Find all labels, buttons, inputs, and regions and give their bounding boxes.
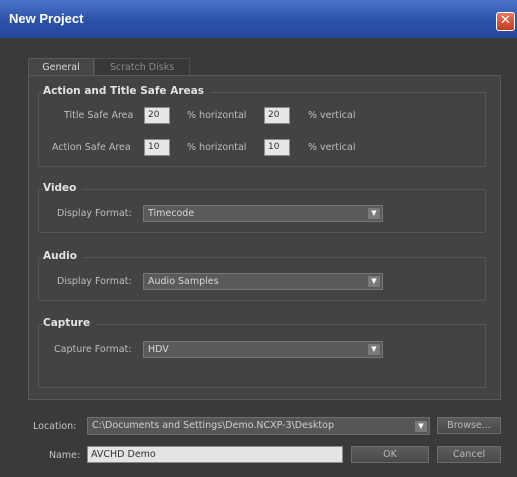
close-icon: ✕ <box>500 13 511 28</box>
action-vertical-suffix: % vertical <box>308 142 356 153</box>
name-field[interactable]: AVCHD Demo <box>87 446 343 463</box>
video-display-format-value: Timecode <box>148 208 195 219</box>
title-horizontal-suffix: % horizontal <box>187 110 247 121</box>
title-safe-area-label: Title Safe Area <box>64 110 134 121</box>
safe-areas-heading: Action and Title Safe Areas <box>43 85 210 97</box>
chevron-down-icon: ▼ <box>368 276 380 287</box>
tab-scratch-disks[interactable]: Scratch Disks <box>94 58 190 75</box>
chevron-down-icon: ▼ <box>368 208 380 219</box>
audio-display-format-value: Audio Samples <box>148 276 219 287</box>
tab-general[interactable]: General <box>28 58 94 75</box>
location-label: Location: <box>33 421 77 432</box>
ok-button[interactable]: OK <box>351 446 429 463</box>
browse-button[interactable]: Browse... <box>437 417 501 434</box>
name-label: Name: <box>49 450 81 461</box>
audio-display-format-select[interactable]: Audio Samples ▼ <box>143 273 383 290</box>
video-heading: Video <box>43 182 83 194</box>
title-safe-horizontal-field[interactable]: 20 <box>144 107 170 124</box>
title-bar: New Project ✕ <box>0 0 517 39</box>
title-safe-vertical-field[interactable]: 20 <box>264 107 290 124</box>
video-display-format-label: Display Format: <box>57 208 132 219</box>
audio-display-format-label: Display Format: <box>57 276 132 287</box>
location-select[interactable]: C:\Documents and Settings\Demo.NCXP-3\De… <box>87 417 430 435</box>
safe-areas-group <box>38 92 486 167</box>
chevron-down-icon: ▼ <box>415 421 427 432</box>
video-display-format-select[interactable]: Timecode ▼ <box>143 205 383 222</box>
capture-heading: Capture <box>43 317 97 329</box>
action-safe-horizontal-field[interactable]: 10 <box>144 139 170 156</box>
window-title: New Project <box>9 11 84 26</box>
capture-format-value: HDV <box>148 344 169 355</box>
audio-heading: Audio <box>43 250 83 262</box>
action-safe-vertical-field[interactable]: 10 <box>264 139 290 156</box>
title-vertical-suffix: % vertical <box>308 110 356 121</box>
close-button[interactable]: ✕ <box>496 12 515 31</box>
capture-format-label: Capture Format: <box>54 344 132 355</box>
location-value: C:\Documents and Settings\Demo.NCXP-3\De… <box>92 420 334 431</box>
action-safe-area-label: Action Safe Area <box>52 142 131 153</box>
action-horizontal-suffix: % horizontal <box>187 142 247 153</box>
capture-format-select[interactable]: HDV ▼ <box>143 341 383 358</box>
cancel-button[interactable]: Cancel <box>437 446 501 463</box>
chevron-down-icon: ▼ <box>368 344 380 355</box>
